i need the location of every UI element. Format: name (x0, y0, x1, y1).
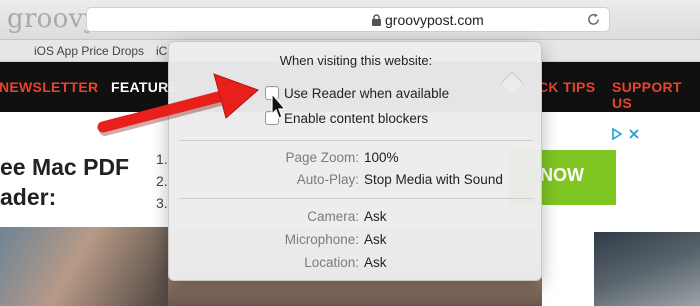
microphone-value[interactable]: Ask (364, 232, 387, 247)
close-icon[interactable] (628, 128, 640, 140)
use-reader-checkbox[interactable] (265, 86, 279, 100)
location-label: Location: (304, 255, 359, 270)
auto-play-label: Auto-Play: (296, 172, 359, 187)
divider (179, 198, 533, 199)
ad-list: 1. 2. 3. (156, 148, 168, 214)
camera-label: Camera: (307, 209, 359, 224)
nav-item-newsletter[interactable]: NEWSLETTER (0, 79, 98, 95)
bookmark-item[interactable]: iOS App Price Drops (34, 44, 144, 58)
use-reader-option[interactable]: Use Reader when available (265, 84, 449, 102)
address-text: groovypost.com (385, 12, 484, 28)
article-photo-right (594, 232, 700, 306)
auto-play-value[interactable]: Stop Media with Sound (364, 172, 503, 187)
microphone-label: Microphone: (284, 232, 359, 247)
ad-headline-line2: ader: (0, 184, 57, 210)
bookmark-item[interactable]: iC (156, 44, 167, 58)
content-blockers-label: Enable content blockers (284, 110, 429, 126)
ad-list-item: 1. (156, 151, 168, 167)
page-zoom-value[interactable]: 100% (364, 150, 399, 165)
article-photo-left (0, 227, 168, 306)
nav-item-tips[interactable]: CK TIPS (538, 79, 595, 95)
ad-headline-line1: ee Mac PDF (0, 154, 130, 180)
popover-arrow (500, 71, 524, 95)
use-reader-label: Use Reader when available (284, 85, 450, 101)
browser-toolbar: groovyPost.com groovypost.com (0, 0, 700, 40)
ad-cta-label: NOW (540, 165, 584, 185)
ad-list-item: 2. (156, 173, 168, 189)
content-blockers-checkbox[interactable] (265, 111, 279, 125)
content-blockers-option[interactable]: Enable content blockers (265, 109, 428, 127)
camera-value[interactable]: Ask (364, 209, 387, 224)
page-zoom-label: Page Zoom: (285, 150, 359, 165)
ad-headline: ee Mac PDF ader: (0, 152, 129, 212)
lock-icon (372, 14, 381, 26)
divider (179, 140, 533, 141)
adchoices-icon[interactable] (611, 128, 623, 140)
address-bar[interactable]: groovypost.com (86, 7, 610, 32)
location-value[interactable]: Ask (364, 255, 387, 270)
reload-icon[interactable] (586, 12, 601, 27)
ad-list-item: 3. (156, 195, 168, 211)
nav-item-support[interactable]: SUPPORT US (612, 79, 700, 111)
website-settings-popover: When visiting this website: Use Reader w… (168, 41, 542, 281)
popover-title: When visiting this website: (279, 53, 433, 68)
